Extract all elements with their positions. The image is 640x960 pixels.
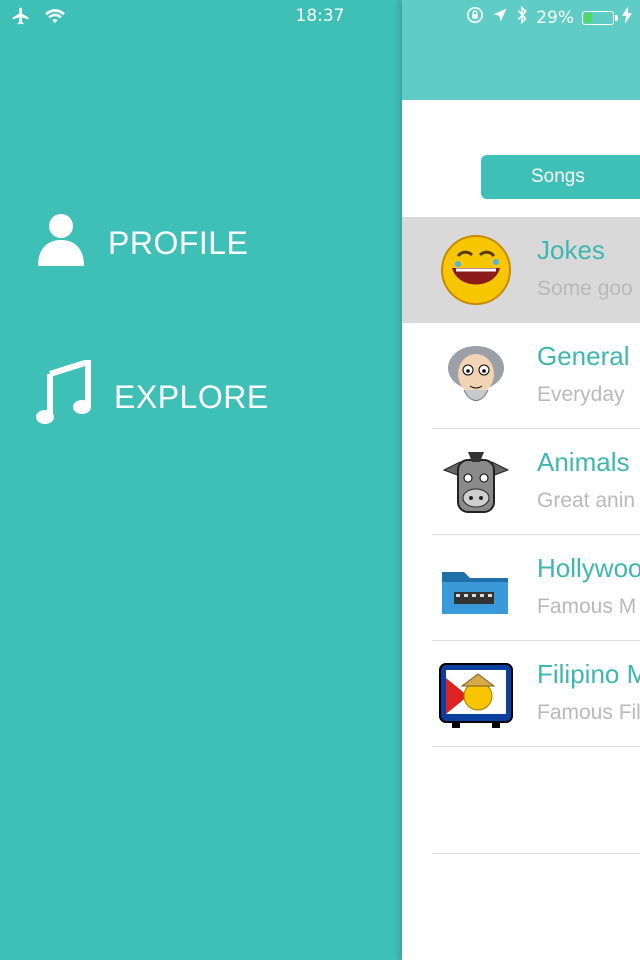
item-subtitle: Everyday — [537, 383, 625, 406]
list-item-hollywood[interactable]: Hollywoo Famous M — [402, 535, 640, 641]
bluetooth-icon — [516, 5, 528, 29]
location-arrow-icon — [492, 7, 508, 28]
list-item-filipino[interactable]: Filipino M Famous Fil — [402, 641, 640, 747]
laughing-face-icon — [438, 232, 514, 308]
content-panel[interactable]: Songs Jokes Some goo General Everyday An… — [402, 0, 640, 960]
item-subtitle: Famous Fil — [537, 701, 640, 724]
menu-item-label: PROFILE — [108, 224, 249, 261]
item-title: Filipino M — [537, 659, 640, 689]
battery-level — [584, 12, 592, 23]
list-item-general[interactable]: General Everyday — [402, 323, 640, 429]
item-title: General — [537, 341, 630, 371]
list-item-jokes[interactable]: Jokes Some goo — [402, 217, 640, 323]
charging-icon — [622, 6, 632, 29]
item-subtitle: Famous M — [537, 595, 637, 618]
rotation-lock-icon — [466, 6, 484, 29]
menu-item-explore[interactable]: EXPLORE — [36, 357, 269, 434]
menu-item-label: EXPLORE — [114, 378, 269, 415]
person-icon — [36, 212, 86, 274]
old-man-icon — [438, 338, 514, 414]
filipino-tv-icon — [438, 656, 514, 732]
menu-item-profile[interactable]: PROFILE — [36, 212, 248, 274]
item-title: Hollywoo — [537, 553, 640, 583]
item-title: Animals — [537, 447, 630, 477]
item-subtitle: Some goo — [537, 277, 633, 300]
item-subtitle: Great anin — [537, 489, 636, 512]
list-item-animals[interactable]: Animals Great anin — [402, 429, 640, 535]
list-bottom-divider — [432, 853, 640, 854]
segment-songs-button[interactable]: Songs — [481, 155, 640, 199]
row-divider — [432, 746, 640, 747]
donkey-icon — [438, 444, 514, 520]
status-right-icons: 29% — [466, 5, 632, 29]
film-folder-icon — [438, 550, 514, 626]
item-title: Jokes — [537, 235, 605, 265]
battery-percent: 29% — [536, 7, 574, 28]
music-note-icon — [36, 357, 92, 434]
status-bar: 18:37 29% — [0, 0, 640, 34]
battery-icon — [582, 10, 618, 25]
side-menu: PROFILE EXPLORE — [0, 0, 402, 960]
